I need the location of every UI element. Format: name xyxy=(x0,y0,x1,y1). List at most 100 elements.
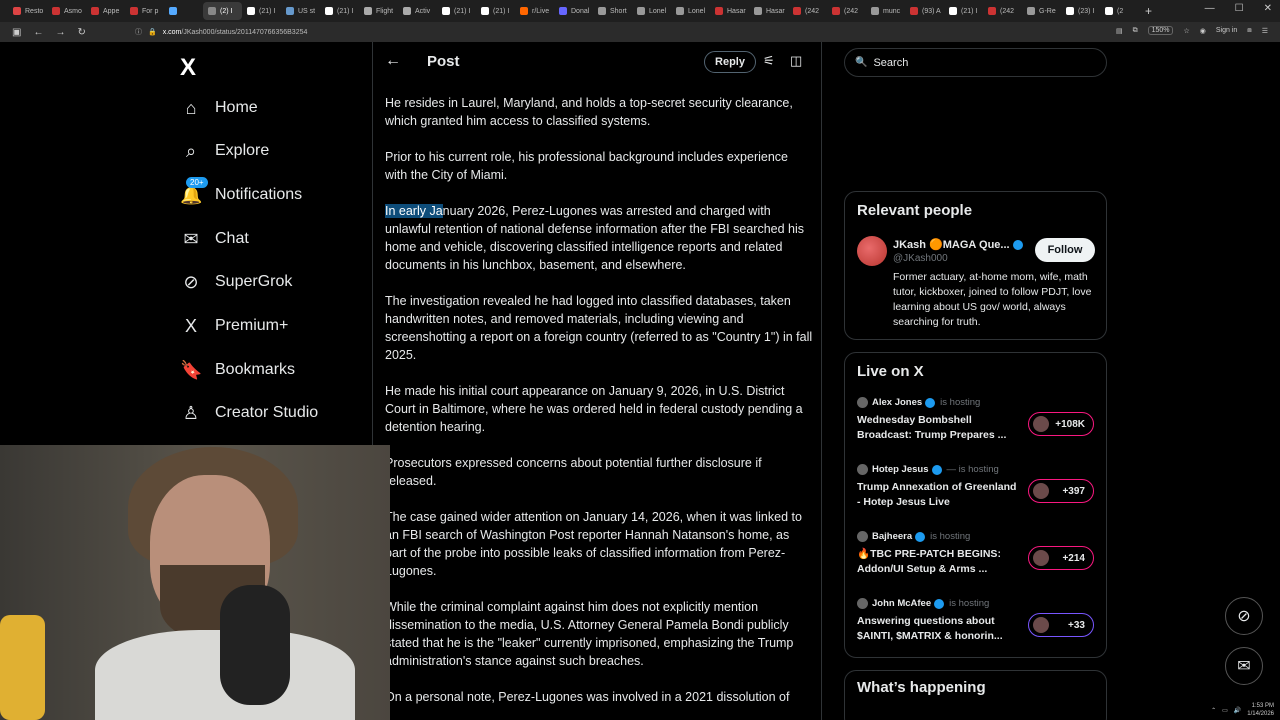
browser-tab[interactable]: Asmo xyxy=(47,2,86,20)
maximize-icon[interactable]: ☐ xyxy=(1235,3,1244,14)
tab-label: For p xyxy=(142,7,159,15)
browser-tab[interactable]: Donal xyxy=(554,2,593,20)
address-bar: ▣ ← → ↻ ⓘ 🔒 x.com/JKash000/status/201147… xyxy=(0,22,1280,42)
minimize-icon[interactable]: — xyxy=(1205,3,1215,14)
browser-tab[interactable]: (21) I xyxy=(320,2,359,20)
browser-tab[interactable]: (2) I xyxy=(203,2,242,20)
browser-tab[interactable]: (93) A xyxy=(905,2,944,20)
person-name[interactable]: JKash 🟠MAGA Que... xyxy=(893,238,1023,251)
nav-premium[interactable]: X Premium+ xyxy=(180,311,288,341)
browser-tab[interactable]: (21) I xyxy=(437,2,476,20)
browser-tab[interactable]: (21) I xyxy=(242,2,281,20)
nav-bookmarks[interactable]: 🔖 Bookmarks xyxy=(180,355,295,385)
filter-icon[interactable]: ⚟ xyxy=(763,53,775,69)
browser-tab[interactable]: Flight xyxy=(359,2,398,20)
bookmark-star-icon[interactable]: ☆ xyxy=(1183,27,1189,35)
browser-tab[interactable]: Hasar xyxy=(749,2,788,20)
post-column: ← Post Reply ⚟ ◫ He resides in Laurel, M… xyxy=(372,42,822,720)
browser-tab[interactable]: (242 xyxy=(983,2,1022,20)
nav-explore[interactable]: ⌕ Explore xyxy=(180,136,269,166)
nav-label: Explore xyxy=(215,142,270,159)
reply-button[interactable]: Reply xyxy=(704,51,756,73)
tab-favicon-icon xyxy=(481,7,489,15)
grok-fab-icon[interactable]: ⊘ xyxy=(1225,597,1263,635)
browser-tab[interactable]: US st xyxy=(281,2,320,20)
browser-tab[interactable]: Lonel xyxy=(632,2,671,20)
tab-favicon-icon xyxy=(715,7,723,15)
browser-tab[interactable]: (242 xyxy=(788,2,827,20)
browser-tab[interactable]: (21) I xyxy=(476,2,515,20)
tab-favicon-icon xyxy=(52,7,60,15)
tab-favicon-icon xyxy=(1066,7,1074,15)
live-item[interactable]: Bajheera is hosting 🔥TBC PRE-PATCH BEGINS… xyxy=(857,531,1097,585)
sidebar-toggle-icon[interactable]: ▣ xyxy=(12,27,21,38)
nav-creator-studio[interactable]: ♙ Creator Studio xyxy=(180,398,318,428)
tray-chevron-icon[interactable]: ⌃ xyxy=(1211,707,1216,714)
host-avatar xyxy=(857,598,868,609)
back-arrow-icon[interactable]: ← xyxy=(385,52,401,70)
browser-tab[interactable]: (2 xyxy=(1100,2,1139,20)
forward-icon[interactable]: → xyxy=(55,27,65,38)
listener-count[interactable]: +108K xyxy=(1028,412,1094,436)
verified-badge-icon xyxy=(925,397,936,408)
verified-badge-icon xyxy=(934,598,945,609)
listener-count[interactable]: +397 xyxy=(1028,479,1094,503)
browser-tab[interactable]: Activ xyxy=(398,2,437,20)
avatar[interactable] xyxy=(857,236,887,266)
nav-notifications[interactable]: 🔔 20+ Notifications xyxy=(180,176,302,210)
nav-label: Chat xyxy=(215,230,249,247)
verified-badge-icon xyxy=(931,464,942,475)
menu-icon[interactable]: ☰ xyxy=(1262,27,1268,35)
browser-tab[interactable]: (23) I xyxy=(1061,2,1100,20)
extensions-icon[interactable]: ⧈ xyxy=(1247,27,1251,35)
new-tab-icon[interactable]: + xyxy=(1145,4,1152,18)
follow-button[interactable]: Follow xyxy=(1035,238,1095,262)
live-item[interactable]: Hotep Jesus — is hosting Trump Annexation… xyxy=(857,464,1097,518)
site-info-icon[interactable]: ⓘ xyxy=(135,27,142,37)
network-icon[interactable]: ▭ xyxy=(1222,707,1228,714)
browser-tab[interactable]: (242 xyxy=(827,2,866,20)
nav-chat[interactable]: ✉ Chat xyxy=(180,224,249,254)
browser-tab[interactable]: munc xyxy=(866,2,905,20)
tab-favicon-icon xyxy=(13,7,21,15)
creator-studio-icon: ♙ xyxy=(182,402,200,423)
close-icon[interactable]: ✕ xyxy=(1264,3,1272,14)
profile-icon[interactable]: ◉ xyxy=(1200,27,1206,35)
messages-fab-icon[interactable]: ✉ xyxy=(1225,647,1263,685)
screenshot-icon[interactable]: ⧉ xyxy=(1133,27,1138,35)
tab-label: Activ xyxy=(415,7,431,15)
tab-favicon-icon xyxy=(364,7,372,15)
live-item[interactable]: John McAfee is hosting Answering question… xyxy=(857,598,1097,652)
browser-tab[interactable]: Short xyxy=(593,2,632,20)
listener-avatar xyxy=(1033,483,1049,499)
x-logo-icon[interactable]: X xyxy=(180,54,196,82)
browser-tab[interactable]: Appe xyxy=(86,2,125,20)
volume-icon[interactable]: 🔊 xyxy=(1234,707,1241,714)
live-on-x-card: Live on X Alex Jones is hosting Wednesday… xyxy=(844,352,1107,658)
browser-tab-bar: Resto Asmo Appe For p (2) I (21) I US st (21) I… xyxy=(0,0,1280,22)
back-icon[interactable]: ← xyxy=(33,27,43,38)
browser-tab[interactable]: G-Re xyxy=(1022,2,1061,20)
notification-badge: 20+ xyxy=(186,176,208,188)
reload-icon[interactable]: ↻ xyxy=(77,27,85,38)
sign-in-link[interactable]: Sign in xyxy=(1216,27,1237,34)
layout-icon[interactable]: ◫ xyxy=(790,53,802,69)
browser-tab[interactable]: For p xyxy=(125,2,164,20)
browser-tab[interactable] xyxy=(164,2,203,20)
listener-count[interactable]: +214 xyxy=(1028,546,1094,570)
listener-count[interactable]: +33 xyxy=(1028,613,1094,637)
zoom-level[interactable]: 150% xyxy=(1147,26,1174,35)
whats-happening-title: What’s happening xyxy=(857,679,986,696)
live-item[interactable]: Alex Jones is hosting Wednesday Bombshell… xyxy=(857,397,1097,451)
browser-tab[interactable]: Hasar xyxy=(710,2,749,20)
browser-tab[interactable]: r/Live xyxy=(515,2,554,20)
reader-icon[interactable]: ▤ xyxy=(1116,27,1123,35)
url-field[interactable]: ⓘ 🔒 x.com/JKash000/status/2011470766356B… xyxy=(135,25,1135,39)
clock[interactable]: 1:53 PM 1/14/2026 xyxy=(1247,702,1274,718)
browser-tab[interactable]: Resto xyxy=(8,2,47,20)
search-input[interactable]: 🔍 Search xyxy=(844,48,1107,77)
browser-tab[interactable]: (21) I xyxy=(944,2,983,20)
nav-supergrok[interactable]: ⊘ SuperGrok xyxy=(180,267,292,297)
nav-home[interactable]: ⌂ Home xyxy=(180,93,258,123)
browser-tab[interactable]: Lonel xyxy=(671,2,710,20)
